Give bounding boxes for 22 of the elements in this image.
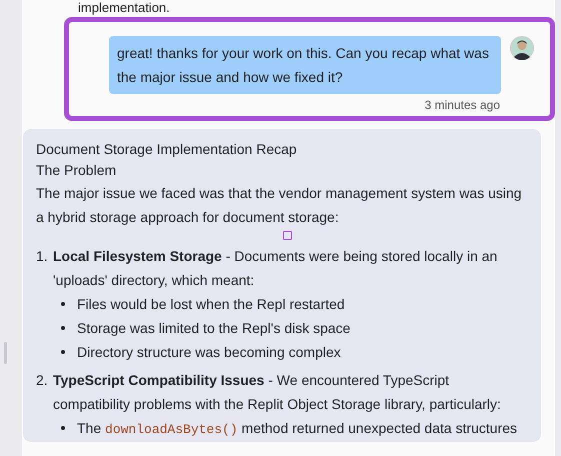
section-heading: The Problem <box>36 161 118 180</box>
square-icon <box>283 231 292 240</box>
bullet-text: Files would be lost when the Repl restarted <box>77 295 345 314</box>
bullet-text: The downloadAsBytes() method returned unexpected data structures <box>77 419 518 439</box>
bullet-icon <box>61 326 65 330</box>
user-message-bubble: great! thanks for your work on this. Can you recap what was the major issue and how we fixed it? <box>109 36 501 94</box>
message-text: implementation. <box>78 0 171 15</box>
message-title: Document Storage Implementation Recap <box>36 140 298 159</box>
list-number: 2. <box>36 371 49 390</box>
bullet-icon <box>61 426 65 430</box>
bullet-text: Directory structure was becoming complex <box>77 343 341 362</box>
bullet-text: Storage was limited to the Repl's disk space <box>77 319 350 338</box>
bullet-icon <box>61 302 65 306</box>
list-item-text: Local Filesystem Storage - Documents were being stored locally in an 'uploads' directory, which meant: <box>53 247 498 290</box>
paragraph: The major issue we faced was that the vendor management system was using a hybrid storage approach for document storage: <box>36 184 523 227</box>
list-item-text: TypeScript Compatibility Issues - We encountered TypeScript compatibility problems with the Replit Object Storage library, particularly: <box>53 371 502 414</box>
bullet-icon <box>61 350 65 354</box>
message-timestamp: 3 minutes ago <box>424 98 500 112</box>
scrollbar-thumb[interactable] <box>4 342 7 364</box>
avatar-icon[interactable] <box>510 36 534 60</box>
list-number: 1. <box>36 247 49 266</box>
user-message-highlight[interactable]: great! thanks for your work on this. Can you recap what was the major issue and how we fixed it? 3 minutes ago <box>64 17 555 121</box>
